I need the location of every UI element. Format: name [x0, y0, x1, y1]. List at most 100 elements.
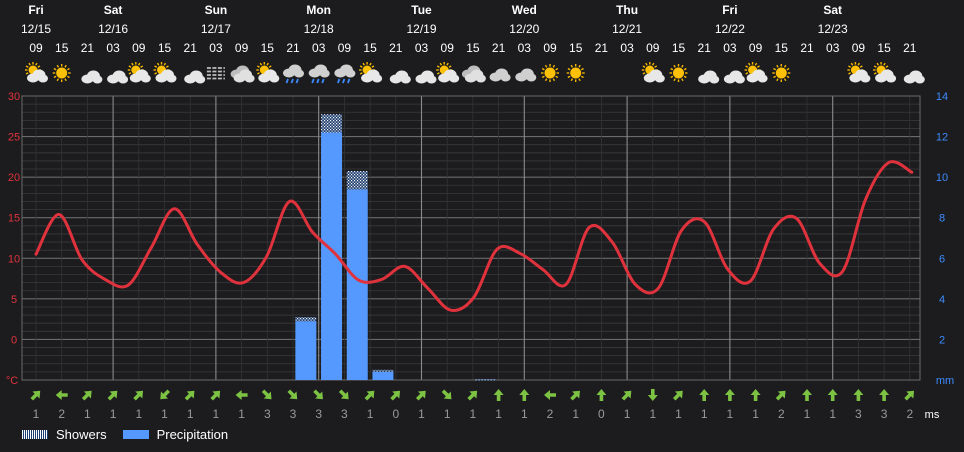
- wind-speed: 3: [341, 407, 348, 421]
- sun-ray: [776, 64, 779, 68]
- wind-speed: 1: [727, 407, 734, 421]
- moon-shape: [801, 65, 810, 81]
- sun-ray: [567, 75, 571, 79]
- wind-unit: ms: [925, 409, 940, 421]
- wind-arrow-icon: [879, 389, 890, 401]
- cloudy-night-icon: [489, 66, 511, 82]
- wind-arrow-icon: [750, 389, 761, 401]
- wind-arrow-shape: [55, 390, 68, 400]
- sun-ray: [786, 67, 790, 71]
- wind-arrow-icon: [775, 390, 786, 401]
- sun-ray: [541, 75, 545, 79]
- hour-label: 09: [646, 41, 660, 55]
- y-right-tick: 12: [936, 132, 948, 144]
- moon-icon: [827, 65, 836, 81]
- wind-arrow-icon: [802, 389, 812, 401]
- sun-ray: [56, 78, 60, 82]
- header: Fri 12/15 Sat 12/16 Sun 12/17 Mon 12/18 Tue 12/19…: [21, 3, 917, 55]
- sunny-icon: [566, 64, 585, 82]
- sun-ray: [670, 75, 674, 79]
- sun-ray: [773, 67, 777, 71]
- rain-cloud-icon: [308, 64, 330, 84]
- rain-drop: [316, 78, 320, 84]
- day-date: 12/18: [304, 22, 334, 36]
- cloudy-night-icon: [515, 66, 537, 82]
- wind-speed: 1: [572, 407, 579, 421]
- sun-ray: [28, 62, 31, 66]
- sun-ray: [128, 72, 132, 75]
- cloud-puff: [449, 74, 460, 83]
- sun-ray: [140, 65, 144, 68]
- sun-ray: [439, 62, 443, 66]
- cloud-puff: [914, 75, 925, 84]
- wind-arrow-icon: [827, 389, 838, 401]
- cloud-puff: [269, 74, 280, 83]
- sunny-icon: [541, 64, 559, 82]
- rain-drop: [290, 78, 294, 84]
- sun-ray: [681, 78, 684, 82]
- hour-label: 09: [852, 41, 866, 55]
- sun-ray: [544, 64, 548, 68]
- sun-ray: [25, 72, 29, 75]
- wind-arrow-icon: [81, 390, 92, 401]
- sun-ray: [53, 67, 57, 71]
- wind-arrow-shape: [519, 389, 530, 401]
- wind-speed: 1: [444, 407, 451, 421]
- wind-arrow-icon: [441, 389, 452, 400]
- wind-arrow-icon: [235, 390, 248, 400]
- showers-bar: [475, 378, 497, 381]
- sun-ray: [436, 65, 440, 68]
- wind-arrow-shape: [338, 389, 349, 400]
- wind-arrow-icon: [672, 390, 683, 401]
- wind-arrow-icon: [261, 389, 272, 400]
- wind-arrow-shape: [210, 390, 221, 401]
- legend-precipitation-swatch: [122, 430, 149, 439]
- day-name: Fri: [28, 3, 43, 17]
- sun-ray: [645, 62, 648, 66]
- sun-ray: [580, 67, 584, 71]
- wind-arrow-shape: [802, 389, 812, 401]
- wind-arrow-shape: [879, 389, 890, 401]
- cloud-puff: [654, 74, 665, 83]
- showers-bar: [295, 317, 317, 322]
- y-left-tick: 5: [11, 294, 17, 306]
- sun-ray: [850, 62, 854, 66]
- rain-cloud-icon: [283, 64, 304, 84]
- day-date: 12/23: [818, 22, 848, 36]
- wind-speed: 1: [752, 407, 759, 421]
- rain-drop: [285, 78, 289, 84]
- sun-ray: [580, 75, 584, 79]
- wind-speed: 1: [701, 407, 708, 421]
- wind-arrow-icon: [853, 389, 864, 401]
- y-left-tick: 0: [11, 334, 17, 346]
- cloud-puff: [92, 75, 103, 84]
- sunny-icon: [772, 64, 791, 82]
- sun-ray: [541, 67, 545, 71]
- hour-label: 03: [312, 41, 326, 55]
- wind-arrow-shape: [750, 389, 761, 401]
- wind-speed: 2: [58, 407, 65, 421]
- day-name: Wed: [512, 3, 537, 17]
- wind-speed: 1: [84, 407, 91, 421]
- hour-label: 03: [209, 41, 223, 55]
- wind-speed: 3: [855, 407, 862, 421]
- partly-cloudy-day-icon: [153, 62, 177, 83]
- cloud-puff: [757, 74, 768, 83]
- wind-speed: 1: [110, 407, 117, 421]
- y-axis-left: 30 25 20 15 10 5 0 °C: [6, 91, 20, 387]
- wind-arrow-shape: [107, 390, 118, 401]
- hour-label: 15: [877, 41, 891, 55]
- legend: Showers Precipitation: [22, 427, 244, 442]
- wind-arrow-shape: [493, 389, 504, 401]
- wind-arrow-icon: [699, 389, 710, 401]
- moon-cloud-icon: [183, 65, 206, 84]
- hour-label: 21: [800, 41, 814, 55]
- cloudy-icon: [230, 65, 255, 83]
- wind-speed: 2: [906, 407, 913, 421]
- moon-cloud-icon: [903, 65, 925, 84]
- wind-arrow-icon: [160, 389, 171, 400]
- wind-arrow-shape: [81, 390, 92, 401]
- sun-ray: [66, 75, 70, 79]
- sun-ray: [773, 75, 777, 79]
- sun-ray: [25, 65, 29, 68]
